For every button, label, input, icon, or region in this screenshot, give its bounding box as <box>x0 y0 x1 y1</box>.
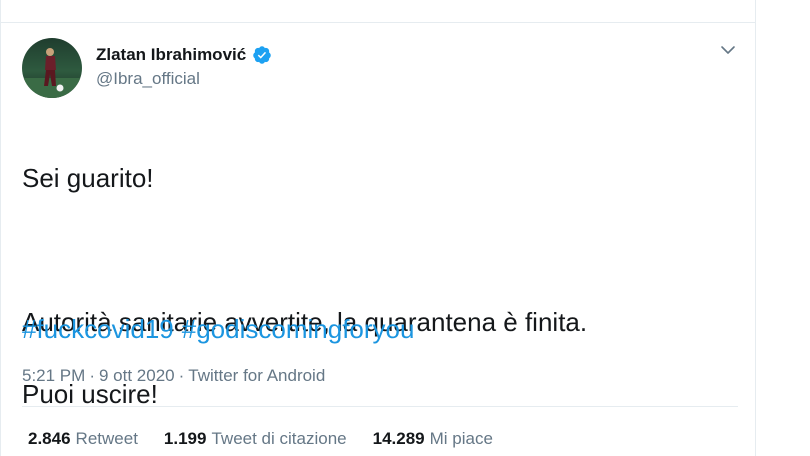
avatar[interactable] <box>22 38 82 98</box>
hashtag-link[interactable]: #godiscomingforyou <box>182 311 415 347</box>
engagement-stats: 2.846 Retweet 1.199 Tweet di citazione 1… <box>28 429 493 449</box>
verified-badge-icon <box>253 46 271 64</box>
quote-tweet-label: Tweet di citazione <box>211 429 347 448</box>
like-number: 14.289 <box>372 429 425 448</box>
retweet-label: Retweet <box>75 429 138 448</box>
retweet-count[interactable]: 2.846 Retweet <box>28 429 138 449</box>
meta-separator: · <box>89 366 95 385</box>
hashtag-link[interactable]: #fuckcovid19 <box>22 311 174 347</box>
tweet-source[interactable]: Twitter for Android <box>188 366 325 386</box>
hashtags: #fuckcovid19 #godiscomingforyou <box>22 311 414 347</box>
tweet-line-1: Sei guarito! <box>22 163 154 193</box>
top-strip <box>0 0 756 22</box>
chevron-down-icon[interactable] <box>719 41 737 59</box>
name-row: Zlatan Ibrahimović <box>96 45 272 65</box>
user-handle[interactable]: @Ibra_official <box>96 69 200 89</box>
tweet-text: Sei guarito! Autorità sanitarie avvertit… <box>22 124 722 448</box>
meta-separator: · <box>178 366 185 385</box>
retweet-number: 2.846 <box>28 429 71 448</box>
avatar-photo-icon <box>22 38 82 98</box>
tweet-meta: 5:21 PM · 9 ott 2020 · Twitter for Andro… <box>22 366 325 386</box>
display-name[interactable]: Zlatan Ibrahimović <box>96 45 246 65</box>
quote-tweet-count[interactable]: 1.199 Tweet di citazione <box>164 429 347 449</box>
divider <box>22 406 738 407</box>
tweet-date[interactable]: 9 ott 2020 <box>99 366 175 386</box>
tweet-time[interactable]: 5:21 PM <box>22 366 85 386</box>
quote-tweet-number: 1.199 <box>163 429 207 448</box>
like-count[interactable]: 14.289 Mi piace <box>373 429 493 449</box>
like-label: Mi piace <box>429 429 493 448</box>
